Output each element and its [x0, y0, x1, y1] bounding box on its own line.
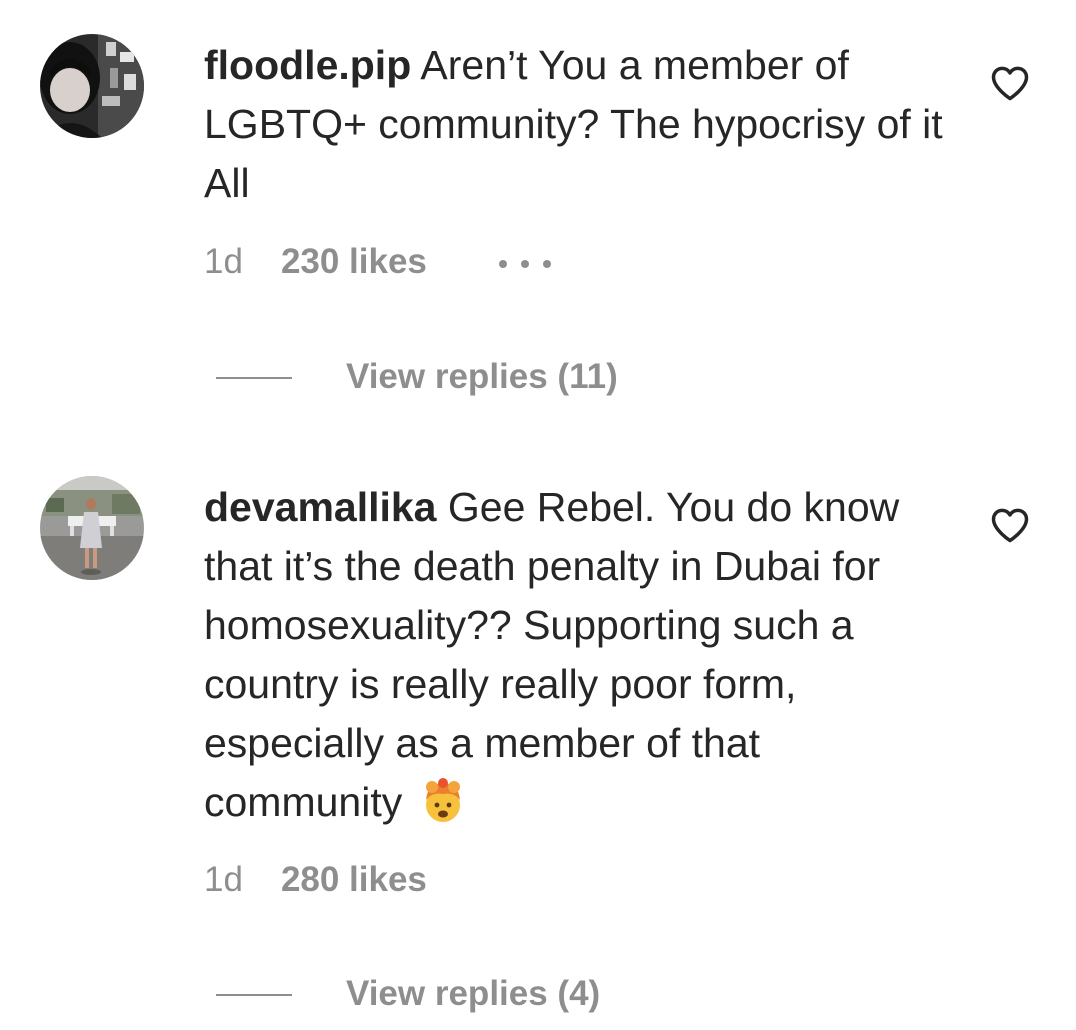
heart-outline-icon — [991, 508, 1029, 543]
comment-item: devamallika Gee Rebel. You do know that … — [0, 0, 1076, 1030]
comment-body: Gee Rebel. You do know that it’s the dea… — [204, 484, 900, 825]
comment-timestamp: 1d — [204, 860, 243, 899]
comment-username[interactable]: devamallika — [204, 484, 437, 530]
exploding-head-emoji — [420, 778, 466, 824]
comment-text: devamallika Gee Rebel. You do know that … — [204, 478, 944, 832]
replies-divider-line — [216, 994, 292, 996]
avatar[interactable] — [40, 476, 144, 580]
avatar-image — [40, 476, 144, 580]
comment-meta: 1d 280 likes — [204, 858, 427, 902]
view-replies-label: View replies (4) — [346, 974, 601, 1013]
likes-count[interactable]: 280 likes — [281, 858, 427, 902]
like-button[interactable] — [988, 503, 1032, 547]
